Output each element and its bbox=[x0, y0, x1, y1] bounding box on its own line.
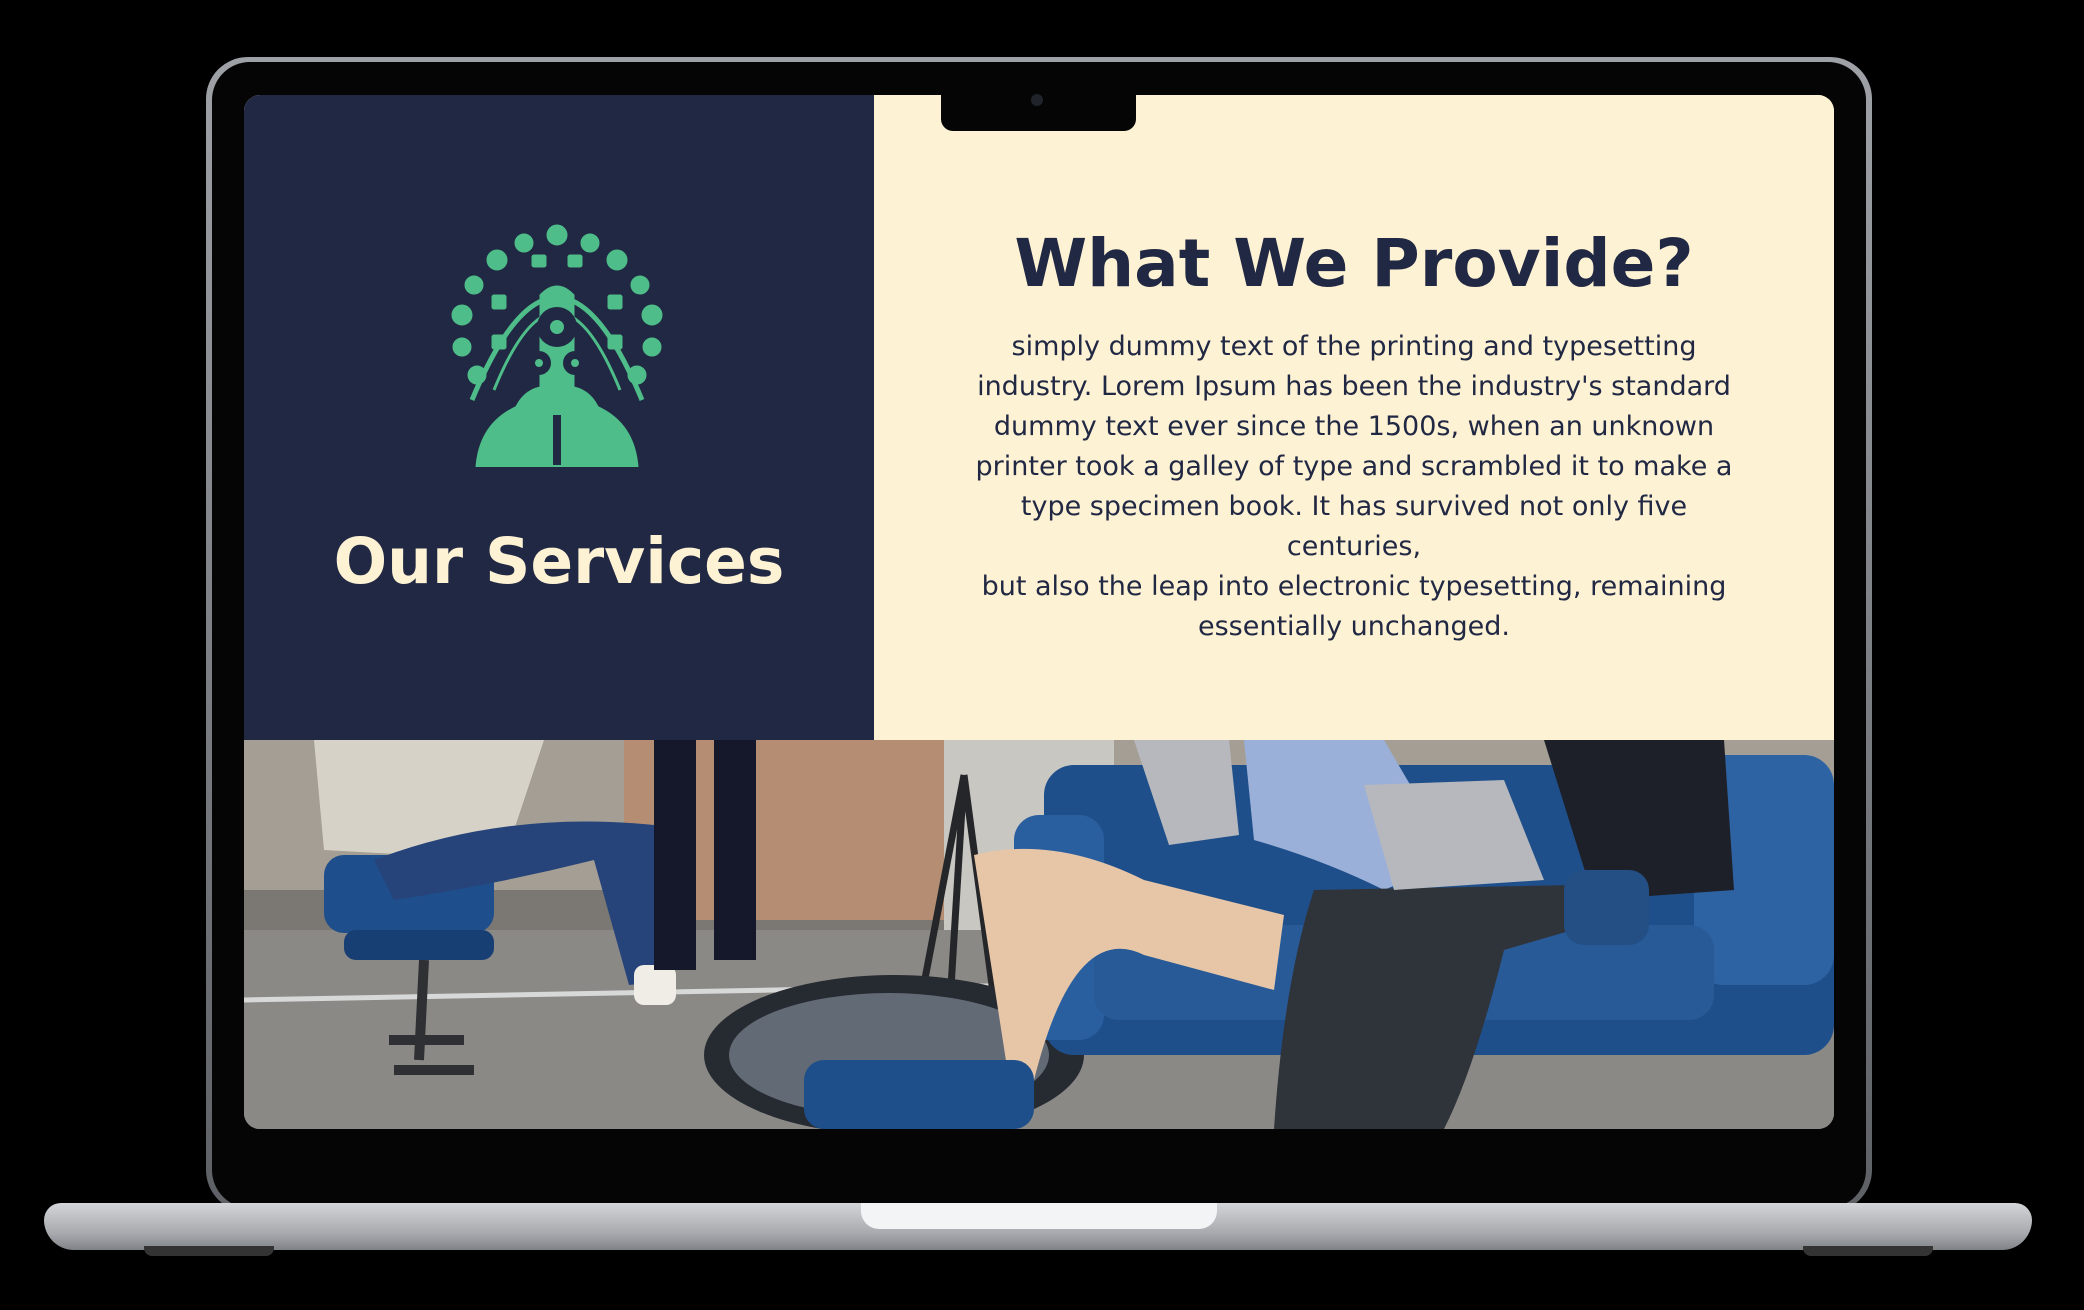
camera-icon bbox=[1031, 94, 1043, 106]
paragraph-line: but also the leap into electronic typese… bbox=[981, 571, 1727, 602]
trackpad-notch bbox=[861, 1203, 1217, 1229]
provide-panel: What We Provide? simply dummy text of th… bbox=[874, 95, 1834, 740]
paragraph-line: essentially unchanged. bbox=[1198, 611, 1510, 642]
laptop-screen: Our Services What We Provide? simply dum… bbox=[244, 95, 1834, 1129]
provide-heading: What We Provide? bbox=[1014, 225, 1694, 302]
laptop-foot-right bbox=[1803, 1246, 1933, 1256]
paragraph-line: industry. Lorem Ipsum has been the indus… bbox=[977, 371, 1731, 402]
provide-paragraph: simply dummy text of the printing and ty… bbox=[964, 327, 1744, 647]
laptop-foot-left bbox=[144, 1246, 274, 1256]
paragraph-line: type specimen book. It has survived not … bbox=[1020, 491, 1688, 562]
paragraph-line: simply dummy text of the printing and ty… bbox=[1011, 331, 1697, 362]
team-meeting-photo bbox=[244, 740, 1834, 1129]
services-panel: Our Services bbox=[244, 95, 874, 740]
gear-head-icon bbox=[451, 224, 663, 467]
paragraph-line: dummy text ever since the 1500s, when an… bbox=[993, 411, 1715, 442]
paragraph-line: printer took a galley of type and scramb… bbox=[975, 451, 1733, 482]
services-heading: Our Services bbox=[333, 525, 785, 598]
